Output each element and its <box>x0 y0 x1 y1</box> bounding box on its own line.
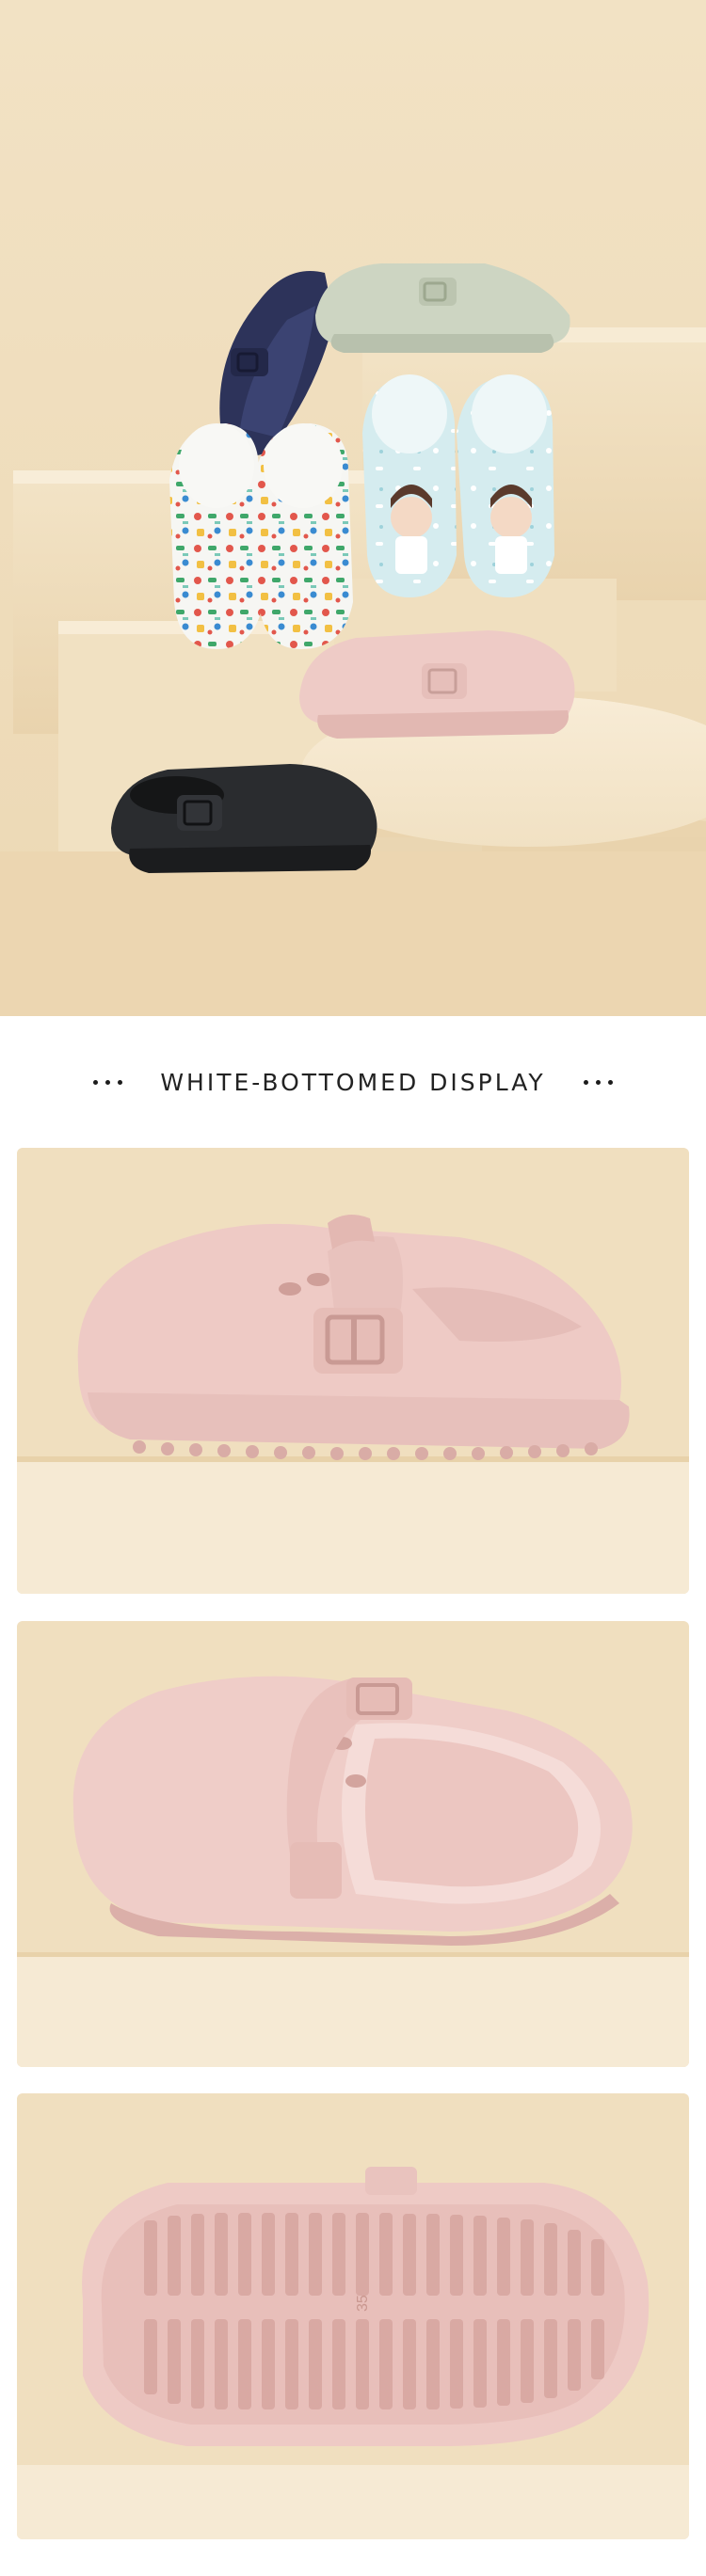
product-photo-top-view <box>17 1621 689 2067</box>
pink-clog-hero <box>299 630 575 739</box>
printed-clogs-pair <box>169 423 353 649</box>
product-photo-sole-view: 35 <box>17 2093 689 2539</box>
sole-size-marking: 35 <box>355 2295 371 2312</box>
section-title: WHITE-BOTTOMED DISPLAY <box>160 1068 546 1096</box>
black-clog-hero <box>111 764 377 873</box>
section-title-row: WHITE-BOTTOMED DISPLAY <box>0 1016 706 1148</box>
dots-right-icon <box>583 1079 613 1085</box>
dots-left-icon <box>93 1079 123 1085</box>
hero-product-group-photo <box>0 0 706 1016</box>
product-photo-side-view <box>17 1148 689 1594</box>
